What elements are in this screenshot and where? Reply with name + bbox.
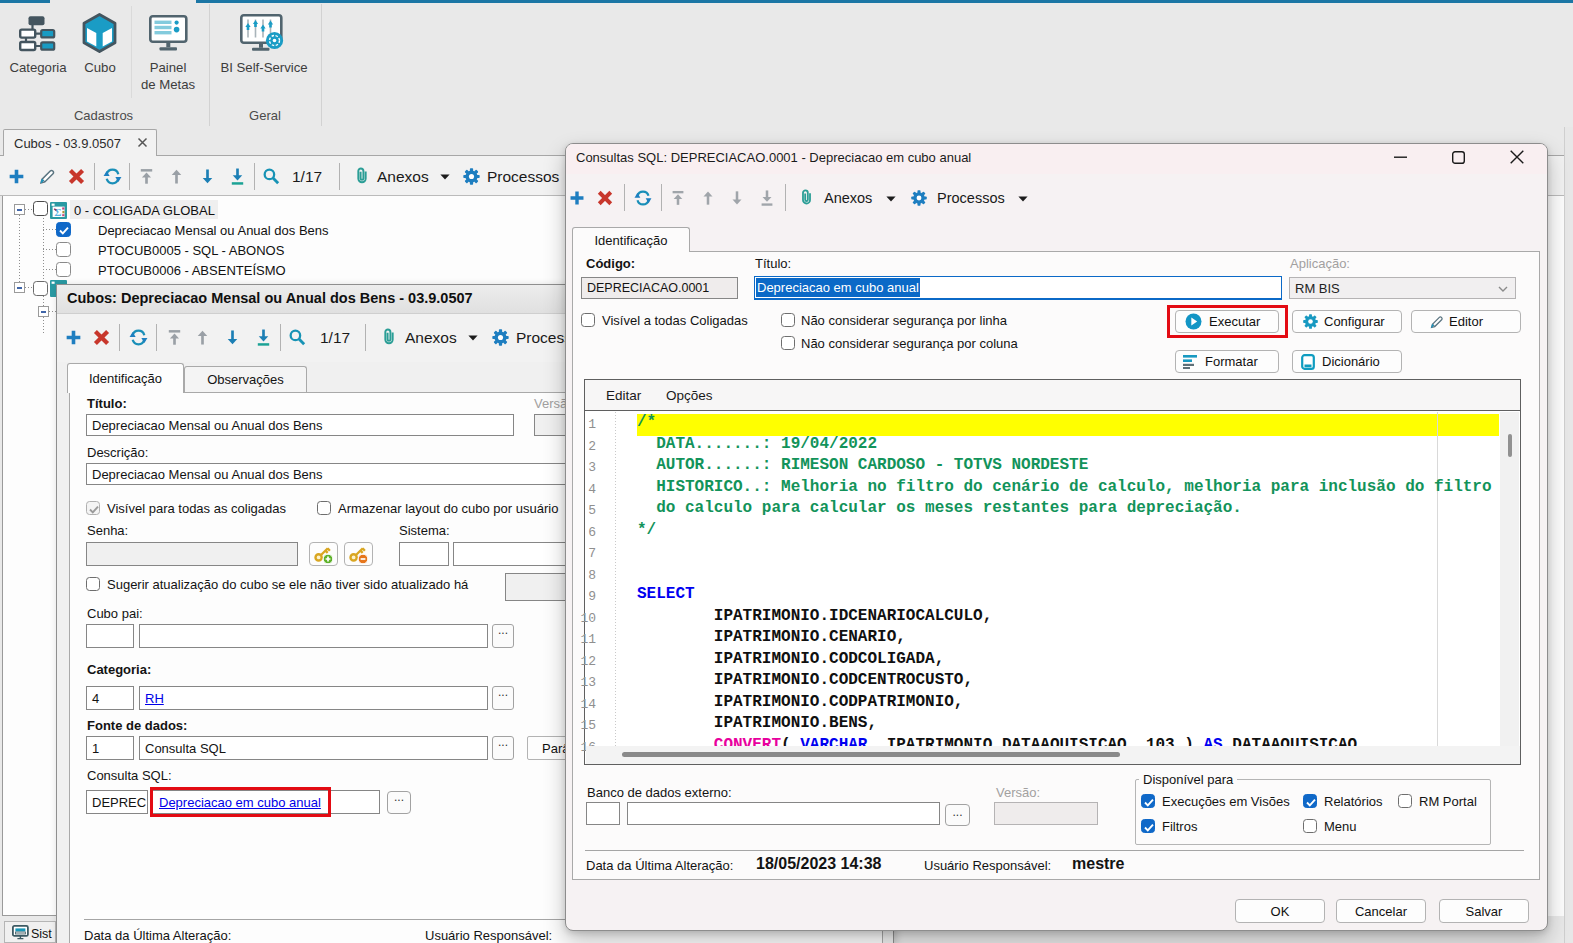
svg-text:Σ: Σ [54, 206, 61, 218]
